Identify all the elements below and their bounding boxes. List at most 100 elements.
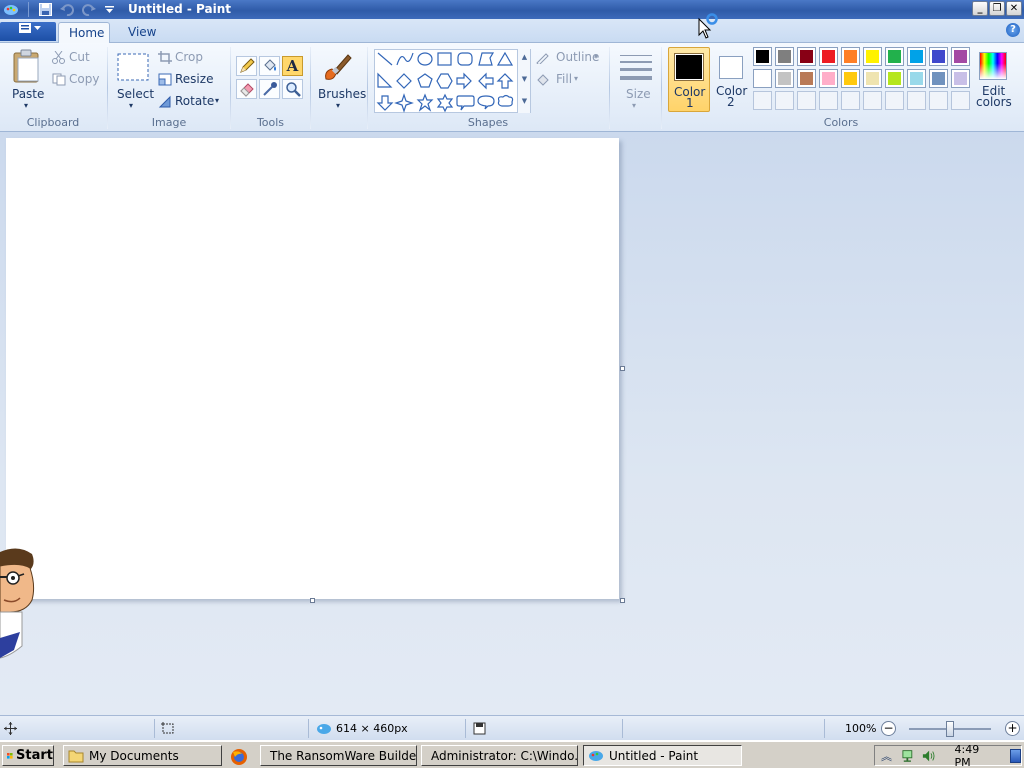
palette-color-swatch[interactable] [929, 69, 948, 88]
cut-button[interactable]: Cut [52, 50, 102, 66]
size-button[interactable]: Size ▾ [616, 47, 656, 110]
palette-custom-slot[interactable] [841, 91, 860, 110]
palette-custom-slot[interactable] [819, 91, 838, 110]
palette-color-swatch[interactable] [797, 69, 816, 88]
palette-color-swatch[interactable] [885, 47, 904, 66]
palette-color-swatch[interactable] [841, 69, 860, 88]
right-arrow-shape-icon[interactable] [456, 72, 472, 90]
palette-custom-slot[interactable] [797, 91, 816, 110]
paste-button[interactable]: Paste ▾ [6, 47, 48, 110]
palette-custom-slot[interactable] [951, 91, 970, 110]
brushes-button[interactable]: Brushes ▾ [316, 47, 366, 110]
oval-callout-shape-icon[interactable] [477, 95, 495, 110]
taskbar-item-paint[interactable]: Untitled - Paint [583, 745, 742, 766]
curve-shape-icon[interactable] [396, 52, 414, 66]
select-button[interactable]: Select ▾ [113, 47, 154, 110]
down-arrow-shape-icon[interactable] [376, 95, 394, 111]
palette-custom-slot[interactable] [775, 91, 794, 110]
firefox-icon[interactable] [230, 748, 250, 766]
triangle-shape-icon[interactable] [496, 51, 514, 66]
fill-button[interactable]: Fill ▾ [536, 72, 586, 88]
cloud-callout-shape-icon[interactable] [497, 94, 514, 107]
palette-color-swatch[interactable] [841, 47, 860, 66]
canvas-resize-handle-bottom[interactable] [310, 598, 315, 603]
taskbar-item-ransomware-builder[interactable]: The RansomWare Builder... [260, 745, 417, 766]
palette-color-swatch[interactable] [863, 69, 882, 88]
palette-custom-slot[interactable] [753, 91, 772, 110]
right-triangle-shape-icon[interactable] [377, 72, 393, 88]
palette-color-swatch[interactable] [753, 47, 772, 66]
rotate-button[interactable]: Rotate ▾ [158, 94, 224, 110]
palette-color-swatch[interactable] [951, 47, 970, 66]
color2-button[interactable]: Color 2 [712, 47, 750, 112]
palette-custom-slot[interactable] [929, 91, 948, 110]
show-desktop-icon[interactable] [1010, 748, 1021, 763]
palette-color-swatch[interactable] [951, 69, 970, 88]
shapes-scroll-down-icon[interactable]: ▼ [518, 75, 531, 83]
fill-tool[interactable] [259, 56, 280, 76]
six-point-star-shape-icon[interactable] [436, 93, 454, 113]
diamond-shape-icon[interactable] [396, 73, 412, 89]
redo-icon[interactable] [80, 2, 98, 17]
tab-home[interactable]: Home [58, 22, 110, 43]
start-button[interactable]: Start [2, 745, 54, 766]
rounded-callout-shape-icon[interactable] [456, 95, 475, 111]
left-arrow-shape-icon[interactable] [478, 72, 494, 90]
shapes-scrollbar[interactable]: ▲ ▼ ▼ [517, 49, 530, 113]
minimize-button[interactable]: _ [972, 1, 988, 16]
canvas-resize-handle-right[interactable] [620, 366, 625, 371]
help-icon[interactable]: ? [1006, 23, 1020, 37]
palette-color-swatch[interactable] [819, 69, 838, 88]
pentagon-shape-icon[interactable] [417, 73, 433, 88]
polygon-shape-icon[interactable] [478, 52, 495, 66]
eraser-tool[interactable] [236, 79, 257, 99]
palette-color-swatch[interactable] [863, 47, 882, 66]
palette-color-swatch[interactable] [775, 47, 794, 66]
pencil-tool[interactable] [236, 56, 257, 76]
palette-color-swatch[interactable] [907, 69, 926, 88]
hexagon-shape-icon[interactable] [436, 73, 453, 89]
paint-menu-button[interactable] [0, 22, 56, 41]
text-tool[interactable]: A [282, 56, 303, 76]
color1-button[interactable]: Color 1 [668, 47, 710, 112]
outline-button[interactable]: Outline ▾ [536, 50, 606, 66]
shapes-scroll-up-icon[interactable]: ▲ [518, 53, 531, 61]
palette-custom-slot[interactable] [907, 91, 926, 110]
tray-expand-icon[interactable]: ︽ [881, 748, 892, 764]
line-shape-icon[interactable] [377, 52, 393, 66]
rectangle-shape-icon[interactable] [437, 52, 452, 66]
taskbar-item-command-prompt[interactable]: Administrator: C:\Windo... [421, 745, 578, 766]
quick-access-dropdown-icon[interactable] [102, 2, 116, 17]
up-arrow-shape-icon[interactable] [496, 73, 514, 89]
crop-button[interactable]: Crop [158, 50, 208, 66]
volume-icon[interactable] [922, 749, 936, 763]
zoom-slider-thumb[interactable] [946, 721, 954, 737]
save-icon[interactable] [36, 2, 54, 17]
palette-color-swatch[interactable] [753, 69, 772, 88]
paint-app-icon[interactable] [2, 2, 20, 17]
zoom-out-button[interactable]: − [881, 721, 896, 736]
magnifier-tool[interactable] [282, 79, 303, 99]
tab-view[interactable]: View [118, 22, 166, 43]
restore-button[interactable]: ❐ [989, 1, 1005, 16]
palette-color-swatch[interactable] [907, 47, 926, 66]
edit-colors-button[interactable]: Edit colors [974, 47, 1014, 112]
palette-color-swatch[interactable] [797, 47, 816, 66]
taskbar-item-my-documents[interactable]: My Documents [63, 745, 222, 766]
palette-color-swatch[interactable] [929, 47, 948, 66]
undo-icon[interactable] [58, 2, 76, 17]
copy-button[interactable]: Copy [52, 72, 102, 88]
network-icon[interactable] [902, 749, 916, 763]
shapes-more-icon[interactable]: ▼ [518, 97, 531, 105]
oval-shape-icon[interactable] [417, 52, 433, 66]
palette-color-swatch[interactable] [885, 69, 904, 88]
rounded-rectangle-shape-icon[interactable] [457, 52, 473, 66]
palette-custom-slot[interactable] [885, 91, 904, 110]
color-picker-tool[interactable] [259, 79, 280, 99]
zoom-in-button[interactable]: + [1005, 721, 1020, 736]
resize-button[interactable]: Resize [158, 72, 218, 88]
four-point-star-shape-icon[interactable] [394, 93, 414, 113]
palette-color-swatch[interactable] [775, 69, 794, 88]
palette-color-swatch[interactable] [819, 47, 838, 66]
canvas-resize-handle-corner[interactable] [620, 598, 625, 603]
